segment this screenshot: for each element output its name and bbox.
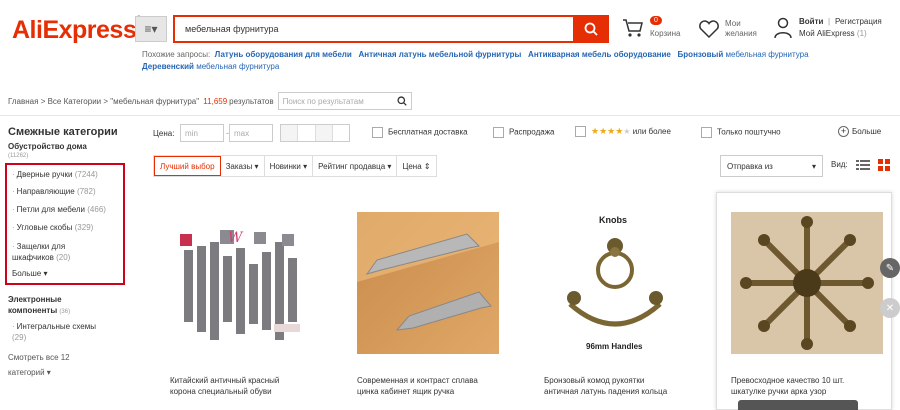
price-min-input[interactable]: min: [180, 124, 224, 142]
product-image[interactable]: Knobs 96mm Handles: [544, 212, 686, 354]
wishlist-link[interactable]: Мои желания: [698, 14, 768, 46]
related-search-link[interactable]: Бронзовый мебельная фурнитура: [678, 50, 809, 59]
price-slider[interactable]: [280, 124, 350, 142]
product-title[interactable]: Бронзовый комод рукоятки античная латунь …: [544, 375, 694, 397]
search-icon[interactable]: [397, 96, 407, 106]
chevron-down-icon: ▾: [811, 161, 816, 171]
checkbox[interactable]: [372, 127, 383, 138]
breadcrumb-all-categories[interactable]: Все Категории: [48, 97, 102, 106]
results-count: 11,659: [203, 96, 228, 106]
my-aliexpress-link[interactable]: Мой AliExpress (1): [799, 29, 867, 38]
see-all-categories-link[interactable]: Смотреть все 12 категорий ▾: [8, 350, 70, 380]
sidebar-item-door-handles[interactable]: Дверные ручки (7244): [12, 170, 98, 179]
product-image[interactable]: W: [170, 212, 312, 354]
user-icon: [774, 17, 792, 39]
free-shipping-filter[interactable]: Бесплатная доставка: [372, 127, 468, 138]
breadcrumb: Главная > Все Категории > "мебельная фур…: [8, 92, 412, 110]
menu-icon: ≡▾: [144, 22, 158, 36]
product-image[interactable]: [731, 212, 883, 354]
list-view-icon[interactable]: [856, 159, 870, 173]
search-within-placeholder: Поиск по результатам: [282, 96, 364, 106]
edit-icon[interactable]: ✎: [880, 258, 900, 278]
product-image[interactable]: [357, 212, 499, 354]
sidebar-item-hinges[interactable]: Петли для мебели (466): [12, 205, 106, 214]
search-within-results-input[interactable]: Поиск по результатам: [277, 92, 412, 110]
search-icon: [584, 22, 598, 36]
categories-menu-button[interactable]: ≡▾: [135, 16, 167, 42]
sort-seller-rating[interactable]: Рейтинг продавца ▾: [313, 156, 398, 176]
sort-bar: Лучший выбор Заказы ▾ Новинки ▾ Рейтинг …: [153, 155, 437, 177]
cart-link[interactable]: 0 Корзина: [622, 14, 692, 44]
plus-circle-icon: +: [838, 126, 849, 137]
sale-filter[interactable]: Распродажа: [493, 127, 555, 138]
sidebar-item-corner-brackets[interactable]: Угловые скобы (329): [12, 223, 94, 232]
cart-count-badge: 0: [650, 16, 662, 25]
divider: [0, 115, 900, 116]
sort-price[interactable]: Цена ⇕: [397, 156, 435, 176]
account-area: Войти | Регистрация Мой AliExpress (1): [773, 14, 898, 46]
more-filters-button[interactable]: + Больше: [838, 126, 881, 137]
product-title[interactable]: Современная и контраст сплава цинка кабин…: [357, 375, 507, 397]
category-home-improvement[interactable]: Обустройство дома: [8, 142, 87, 151]
price-max-input[interactable]: max: [229, 124, 273, 142]
close-icon[interactable]: ✕: [880, 298, 900, 318]
star-rating-icon: ★★★★: [591, 126, 624, 136]
category-electronic-components[interactable]: Электронные компоненты (36): [8, 294, 70, 318]
checkbox[interactable]: [701, 127, 712, 138]
rating-filter[interactable]: ★★★★★ или более: [575, 126, 671, 138]
breadcrumb-query: "мебельная фурнитура": [110, 96, 200, 106]
related-searches-label: Похожие запросы:: [142, 50, 211, 59]
login-link[interactable]: Войти: [799, 17, 823, 26]
price-label: Цена:: [153, 129, 175, 138]
sort-orders[interactable]: Заказы ▾: [221, 156, 265, 176]
star-rating-icon: ★: [623, 127, 631, 136]
ordered-only-filter[interactable]: Только поштучно: [701, 127, 781, 138]
my-aliexpress-label: Мой AliExpress: [799, 29, 855, 38]
related-search-link[interactable]: Антикварная мебель оборудование: [528, 50, 671, 59]
results-label: результатов: [229, 96, 274, 106]
sidebar-item-cabinet-latches[interactable]: Защелки дляшкафчиков (20): [12, 241, 70, 263]
register-link[interactable]: Регистрация: [835, 17, 882, 26]
image-caption-bottom: 96mm Handles: [586, 342, 643, 351]
sidebar-more-link[interactable]: Больше ▾: [12, 269, 47, 278]
breadcrumb-home[interactable]: Главная: [8, 97, 38, 106]
cart-label: Корзина: [650, 29, 681, 38]
my-aliexpress-count: (1): [856, 29, 867, 38]
view-label: Вид:: [831, 160, 848, 169]
related-categories-title: Смежные категории: [8, 126, 118, 138]
wishlist-label-line2: желания: [725, 29, 757, 38]
logo-text: AliExpress: [12, 16, 137, 44]
sidebar-item-integrated-circuits[interactable]: Интегральные схемы(29): [12, 321, 96, 343]
svg-text:W: W: [228, 230, 244, 246]
ship-from-select[interactable]: Отправка из ▾: [720, 155, 823, 177]
product-title[interactable]: Превосходное качество 10 шт. шкатулке руч…: [731, 375, 881, 397]
search-input[interactable]: мебельная фурнитура: [173, 15, 573, 43]
sidebar-item-slides[interactable]: Направляющие (782): [12, 187, 96, 196]
related-search-link[interactable]: Деревенский мебельная фурнитура: [142, 62, 279, 71]
search-button[interactable]: [573, 15, 609, 43]
grid-view-icon[interactable]: [878, 159, 891, 173]
related-search-link[interactable]: Латунь оборудования для мебели: [212, 50, 352, 59]
sort-best-match[interactable]: Лучший выбор: [154, 156, 221, 176]
sort-newest[interactable]: Новинки ▾: [265, 156, 314, 176]
related-search-link[interactable]: Античная латунь мебельной фурнитуры: [358, 50, 521, 59]
hover-action-bar[interactable]: [738, 400, 858, 410]
image-caption-top: Knobs: [599, 215, 627, 225]
checkbox[interactable]: [493, 127, 504, 138]
related-searches: Похожие запросы: Латунь оборудования для…: [142, 49, 892, 73]
cart-icon: [623, 19, 643, 37]
product-title[interactable]: Китайский античный красный корона специал…: [170, 375, 320, 397]
category-count: (11262): [8, 153, 29, 159]
search-input-value: мебельная фурнитура: [185, 24, 279, 34]
heart-icon: [699, 20, 719, 39]
aliexpress-logo[interactable]: AliExpress®: [12, 16, 141, 45]
wishlist-label-line1: Мои: [725, 19, 741, 28]
checkbox[interactable]: [575, 126, 586, 138]
